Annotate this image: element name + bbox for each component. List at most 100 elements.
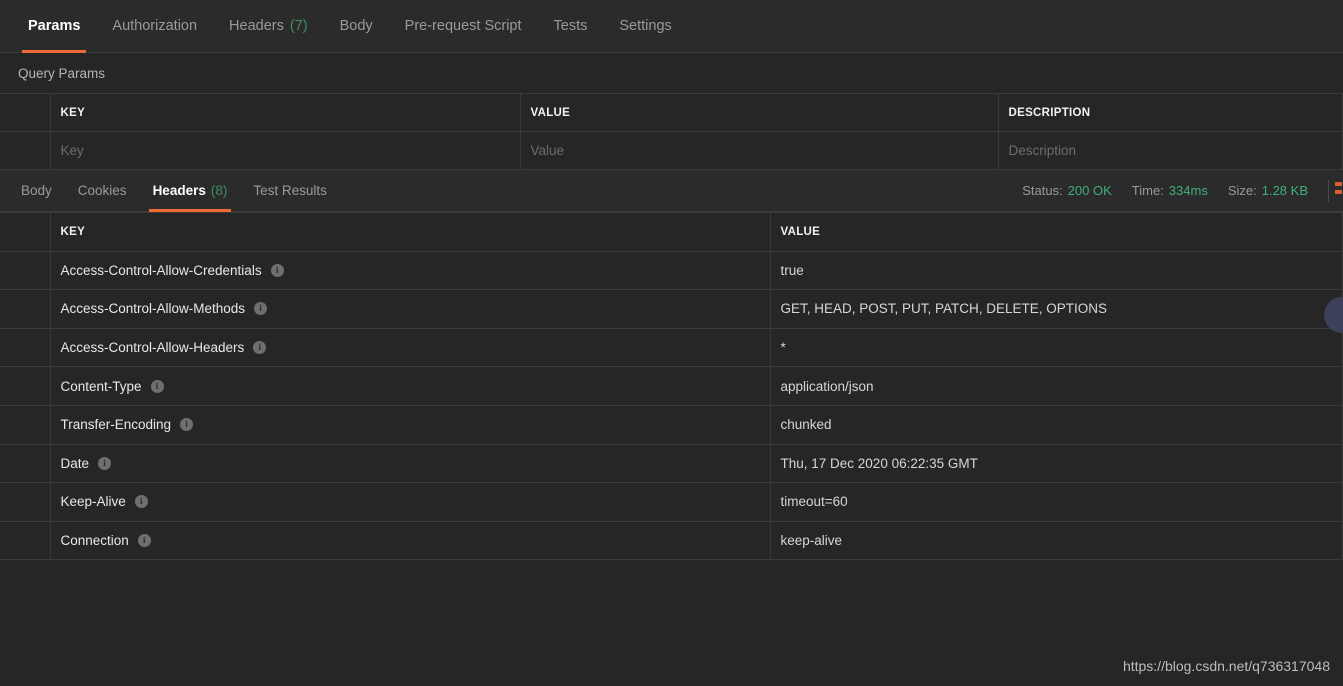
response-header-key-cell: Content-Type i [50, 366, 771, 406]
table-row: Access-Control-Allow-Headers i * [0, 327, 1343, 368]
table-row: Keep-Alive i timeout=60 [0, 482, 1343, 522]
query-params-col-key: KEY [50, 93, 521, 132]
status-value: 200 OK [1067, 183, 1112, 198]
table-row: Connection i keep-alive [0, 520, 1343, 561]
response-header-value: GET, HEAD, POST, PUT, PATCH, DELETE, OPT… [770, 289, 1343, 329]
request-tab-body[interactable]: Body [324, 0, 389, 53]
row-gutter-cell [0, 327, 51, 368]
response-tab-test-results[interactable]: Test Results [240, 170, 340, 212]
query-params-title: Query Params [0, 53, 1343, 93]
table-row: Date i Thu, 17 Dec 2020 06:22:35 GMT [0, 443, 1343, 484]
table-row[interactable]: Key Value Description [0, 131, 1343, 170]
info-icon[interactable]: i [134, 495, 148, 509]
response-header-key: Transfer-Encoding [60, 417, 172, 433]
response-headers-col-key: KEY [50, 212, 771, 252]
response-tab-label: Cookies [77, 183, 127, 198]
request-tab-tests[interactable]: Tests [538, 0, 604, 53]
response-header-key-cell: Access-Control-Allow-Credentials i [50, 250, 771, 291]
size-badge[interactable]: Size: 1.28 KB [1228, 183, 1308, 198]
response-header-key-cell: Keep-Alive i [50, 482, 771, 522]
response-header-value: application/json [770, 366, 1343, 406]
row-gutter-header [0, 212, 51, 252]
info-icon[interactable]: i [270, 263, 284, 277]
query-param-value-input[interactable]: Value [520, 131, 999, 170]
response-tab-body[interactable]: Body [8, 170, 65, 212]
response-header-value: true [770, 250, 1343, 291]
request-tab-label: Params [28, 18, 81, 34]
postman-request-response-panel: Params Authorization Headers (7) Body Pr… [0, 0, 1343, 686]
row-gutter-cell [0, 250, 51, 291]
row-gutter-cell [0, 443, 51, 484]
query-param-description-input[interactable]: Description [998, 131, 1343, 170]
response-header-value: timeout=60 [770, 482, 1343, 522]
save-response-icon[interactable] [1335, 182, 1343, 198]
request-tab-label: Settings [619, 18, 672, 34]
response-meta: Status: 200 OK Time: 334ms Size: 1.28 KB [1022, 179, 1343, 202]
response-headers-col-value: VALUE [770, 212, 1343, 252]
table-row: Access-Control-Allow-Methods i GET, HEAD… [0, 289, 1343, 329]
response-tab-headers[interactable]: Headers (8) [140, 170, 241, 212]
response-header-key: Keep-Alive [60, 494, 126, 510]
info-icon[interactable]: i [180, 418, 194, 432]
request-tab-label: Pre-request Script [404, 18, 522, 34]
response-header-key-cell: Connection i [50, 520, 771, 561]
table-header-row: KEY VALUE [0, 212, 1343, 252]
size-value: 1.28 KB [1261, 183, 1308, 198]
response-header-key-cell: Access-Control-Allow-Methods i [50, 289, 771, 329]
response-headers-count: (8) [210, 183, 228, 198]
response-tab-bar: Body Cookies Headers (8) Test Results St… [0, 170, 1343, 212]
time-label: Time: [1131, 183, 1164, 198]
watermark-url: https://blog.csdn.net/q736317048 [1122, 658, 1330, 674]
info-icon[interactable]: i [137, 534, 151, 548]
request-tab-label: Authorization [112, 18, 198, 34]
response-headers-table: KEY VALUE Access-Control-Allow-Credentia… [0, 212, 1343, 561]
info-icon[interactable]: i [254, 302, 268, 316]
query-params-col-description: DESCRIPTION [998, 93, 1343, 132]
response-header-key: Access-Control-Allow-Credentials [60, 262, 262, 278]
response-header-key: Connection [60, 533, 129, 549]
size-label: Size: [1227, 183, 1257, 198]
status-badge[interactable]: Status: 200 OK [1022, 183, 1112, 198]
request-tab-label: Tests [553, 18, 588, 34]
response-header-key: Content-Type [60, 378, 142, 394]
request-tab-bar: Params Authorization Headers (7) Body Pr… [0, 0, 1343, 53]
save-response-mark-top [1335, 182, 1342, 186]
response-header-key-cell: Transfer-Encoding i [50, 404, 771, 445]
info-icon[interactable]: i [150, 379, 164, 393]
response-header-key: Date [60, 455, 90, 471]
meta-divider [1328, 179, 1329, 202]
request-tab-label: Headers [229, 18, 284, 34]
response-tab-label: Body [21, 183, 52, 198]
info-icon[interactable]: i [253, 341, 267, 355]
response-header-key-cell: Access-Control-Allow-Headers i [50, 327, 771, 368]
response-header-value: Thu, 17 Dec 2020 06:22:35 GMT [770, 443, 1343, 484]
response-header-key-cell: Date i [50, 443, 771, 484]
table-row: Transfer-Encoding i chunked [0, 404, 1343, 445]
request-tab-label: Body [339, 18, 373, 34]
status-label: Status: [1022, 183, 1063, 198]
response-tab-cookies[interactable]: Cookies [65, 170, 140, 212]
request-headers-count: (7) [289, 18, 308, 34]
request-tab-authorization[interactable]: Authorization [96, 0, 213, 53]
request-tab-headers[interactable]: Headers (7) [213, 0, 324, 53]
row-gutter-cell[interactable] [0, 131, 51, 170]
response-tab-label: Test Results [253, 183, 327, 198]
table-row: Content-Type i application/json [0, 366, 1343, 406]
query-params-table: KEY VALUE DESCRIPTION Key Value Descript… [0, 93, 1343, 170]
response-tab-label: Headers [152, 183, 206, 198]
request-tab-params[interactable]: Params [12, 0, 96, 53]
row-gutter-cell [0, 366, 51, 406]
query-params-col-value: VALUE [520, 93, 999, 132]
row-gutter-cell [0, 482, 51, 522]
info-icon[interactable]: i [98, 456, 112, 470]
time-badge[interactable]: Time: 334ms [1132, 183, 1208, 198]
response-header-key: Access-Control-Allow-Methods [60, 301, 246, 317]
response-header-value: keep-alive [770, 520, 1343, 561]
table-row: Access-Control-Allow-Credentials i true [0, 250, 1343, 291]
request-tab-pre-request-script[interactable]: Pre-request Script [389, 0, 538, 53]
row-gutter-cell [0, 404, 51, 445]
row-gutter-cell [0, 289, 51, 329]
request-tab-settings[interactable]: Settings [603, 0, 687, 53]
query-param-key-input[interactable]: Key [50, 131, 521, 170]
row-gutter-header [0, 93, 51, 132]
